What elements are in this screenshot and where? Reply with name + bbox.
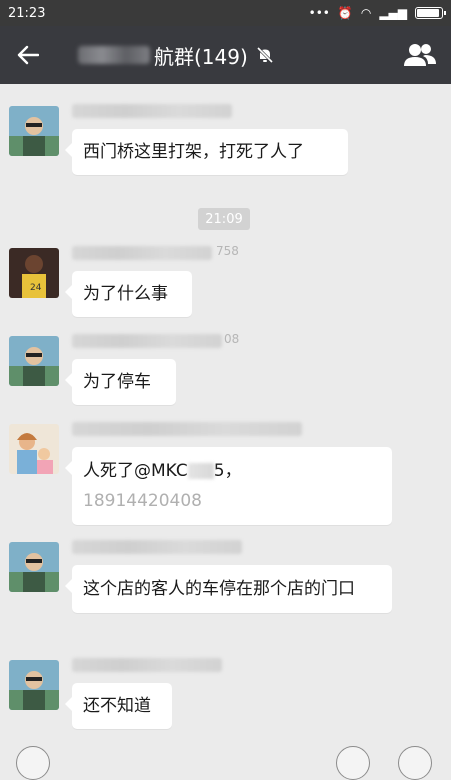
status-bar: 21:23 ••• ⏰ ◠ ▂▄▆: [0, 0, 451, 26]
avatar[interactable]: [9, 660, 59, 710]
sender-name-redacted: [72, 334, 222, 348]
redacted-mention: [187, 463, 214, 479]
avatar[interactable]: [9, 542, 59, 592]
svg-text:24: 24: [30, 283, 42, 293]
timestamp-chip: 21:09: [198, 208, 250, 230]
message-bubble[interactable]: 人死了@MKC 5， 18914420408: [65, 447, 392, 525]
message-bubble[interactable]: 为了什么事: [65, 271, 192, 317]
message-bubble[interactable]: 西门桥这里打架，打死了人了: [65, 129, 348, 175]
avatar[interactable]: 24: [9, 248, 59, 298]
mute-bell-icon: [256, 46, 273, 64]
message-text-line1-tail: 5，: [213, 461, 242, 481]
sender-name-redacted: [72, 104, 232, 118]
avatar[interactable]: [9, 336, 59, 386]
phone-number[interactable]: 18914420408: [83, 491, 202, 511]
message-text: 还不知道: [83, 696, 151, 716]
group-members-button[interactable]: [403, 40, 437, 70]
back-button[interactable]: [0, 26, 56, 84]
timestamp-text: 21:09: [205, 211, 243, 227]
voice-button[interactable]: [16, 746, 50, 780]
signal-icon: ▂▄▆: [379, 6, 407, 20]
sender-name-redacted: [72, 422, 302, 436]
status-icons: ••• ⏰ ◠ ▂▄▆: [308, 6, 446, 20]
sender-name-redacted: [72, 540, 242, 554]
message-bubble[interactable]: 这个店的客人的车停在那个店的门口: [65, 565, 392, 613]
message-text-line1: 人死了@MKC: [83, 461, 188, 481]
avatar[interactable]: [9, 106, 59, 156]
message-bubble[interactable]: 为了停车: [65, 359, 176, 405]
back-arrow-icon: [17, 45, 39, 65]
status-time: 21:23: [8, 5, 46, 21]
message-text: 为了什么事: [83, 284, 168, 304]
emoji-button[interactable]: [336, 746, 370, 780]
chat-area[interactable]: 西门桥这里打架，打死了人了 21:09 24 758 为了什么事 08 为了停车…: [0, 84, 451, 758]
title-bar: 航群(149): [0, 26, 451, 84]
message-text: 这个店的客人的车停在那个店的门口: [83, 579, 355, 599]
sender-name-redacted: [72, 658, 222, 672]
redacted-group-name: [78, 46, 150, 64]
sender-name-suffix: 758: [216, 244, 239, 258]
group-members-icon: [404, 44, 436, 66]
more-button[interactable]: [398, 746, 432, 780]
wifi-icon: ◠: [360, 6, 372, 20]
chat-title: 航群(149): [78, 41, 274, 70]
avatar[interactable]: [9, 424, 59, 474]
sender-name-suffix: 08: [224, 332, 240, 346]
message-text: 为了停车: [83, 372, 151, 392]
more-dots-icon: •••: [308, 6, 330, 20]
battery-icon: [415, 7, 446, 19]
message-text: 西门桥这里打架，打死了人了: [83, 142, 304, 162]
input-bar: [0, 744, 451, 758]
alarm-icon: ⏰: [337, 6, 353, 20]
message-bubble[interactable]: 还不知道: [65, 683, 172, 729]
chat-title-text: 航群(149): [154, 44, 248, 69]
sender-name-redacted: [72, 246, 212, 260]
